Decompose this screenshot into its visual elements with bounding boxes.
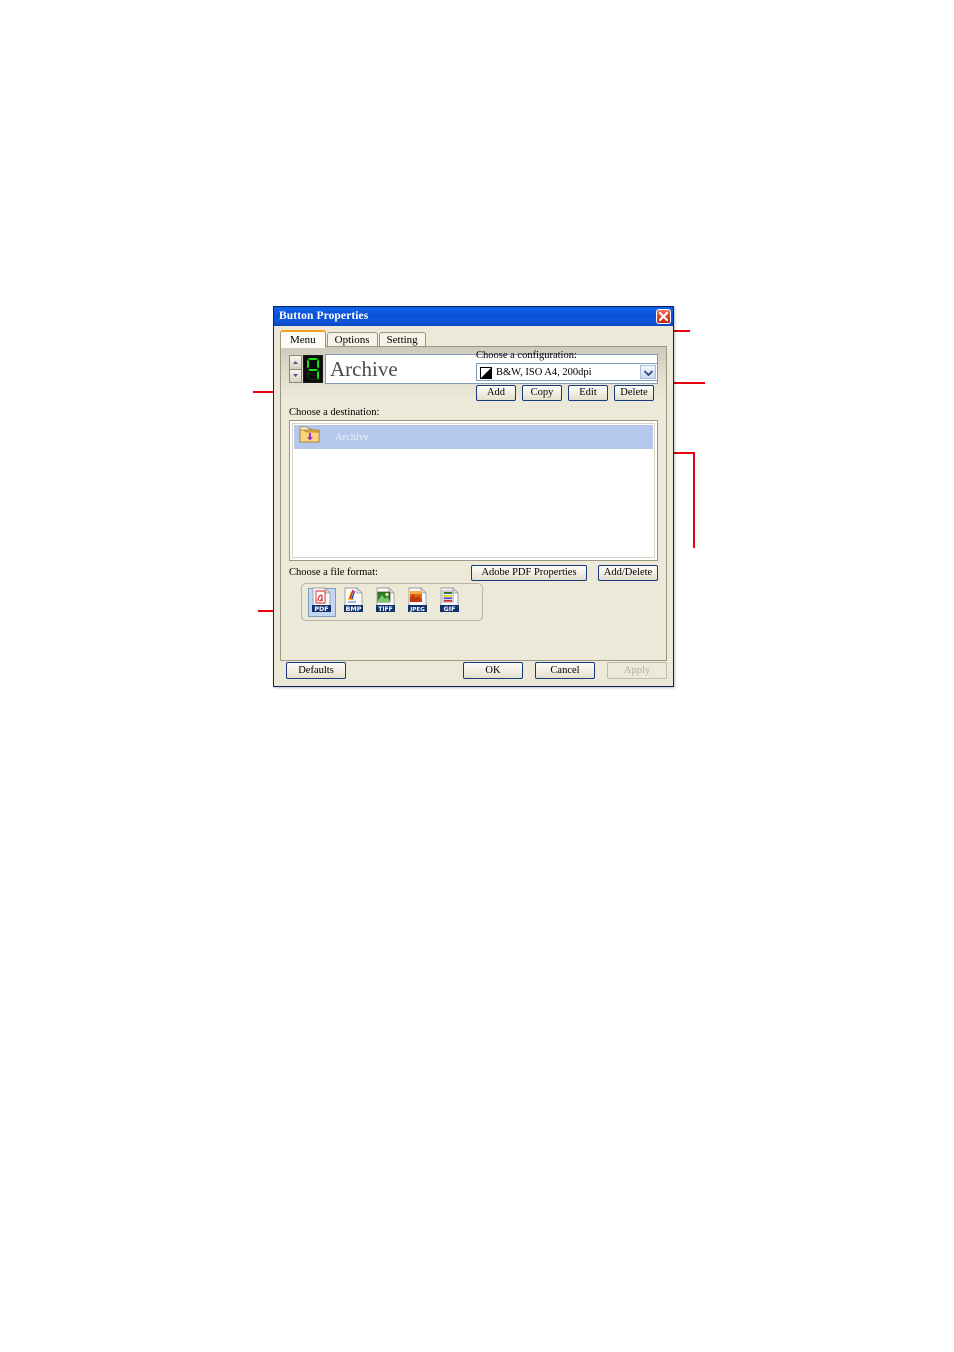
close-icon xyxy=(658,311,669,322)
config-add-button[interactable]: Add xyxy=(476,385,516,401)
tab-menu-label: Menu xyxy=(290,334,316,346)
button-row: Archive Choose a configuration: B&W, ISO… xyxy=(289,350,658,402)
destination-label: Choose a destination: xyxy=(289,407,380,418)
file-format-side-buttons: Adobe PDF Properties Add/Delete xyxy=(471,565,658,581)
folder-download-icon xyxy=(299,425,321,449)
button-number-display xyxy=(303,355,323,383)
file-format-tiff[interactable]: TIFF xyxy=(372,587,400,617)
configuration-label: Choose a configuration: xyxy=(476,350,577,361)
configuration-dropdown[interactable]: B&W, ISO A4, 200dpi xyxy=(476,363,658,381)
jpeg-file-icon: JPEG xyxy=(406,587,430,617)
destination-listbox[interactable]: Archive xyxy=(289,420,658,561)
tab-setting-label: Setting xyxy=(386,334,418,346)
file-format-section: Adobe PDF Properties Add/Delete Choose a… xyxy=(289,565,658,627)
callout-destination-line-v xyxy=(693,452,695,548)
ok-button[interactable]: OK xyxy=(463,662,523,679)
svg-text:TIFF: TIFF xyxy=(378,606,393,612)
config-edit-button[interactable]: Edit xyxy=(568,385,608,401)
defaults-button[interactable]: Defaults xyxy=(286,662,346,679)
pdf-file-icon: PDF xyxy=(310,587,334,617)
adobe-pdf-properties-button[interactable]: Adobe PDF Properties xyxy=(471,565,587,581)
button-properties-dialog: Button Properties Menu Options Setting A… xyxy=(273,306,674,687)
title-bar: Button Properties xyxy=(274,307,673,326)
file-format-jpeg[interactable]: JPEG xyxy=(404,587,432,617)
apply-button: Apply xyxy=(607,662,667,679)
config-delete-button[interactable]: Delete xyxy=(614,385,654,401)
svg-text:JPEG: JPEG xyxy=(409,607,425,612)
spinner-up-button[interactable] xyxy=(289,355,302,369)
file-format-bmp[interactable]: BMP xyxy=(340,587,368,617)
chevron-up-icon xyxy=(292,360,299,365)
svg-text:PDF: PDF xyxy=(314,605,328,612)
configuration-value: B&W, ISO A4, 200dpi xyxy=(496,366,592,378)
config-copy-button[interactable]: Copy xyxy=(522,385,562,401)
button-number-spinner[interactable] xyxy=(289,355,302,383)
gif-file-icon: GIF xyxy=(438,587,462,617)
spinner-down-button[interactable] xyxy=(289,368,302,383)
chevron-down-icon xyxy=(292,373,299,378)
svg-text:BMP: BMP xyxy=(346,605,362,612)
tab-menu[interactable]: Menu xyxy=(280,330,326,348)
list-item-label: Archive xyxy=(335,431,369,443)
close-button[interactable] xyxy=(656,309,671,324)
tab-options-label: Options xyxy=(334,334,370,346)
configuration-section: Choose a configuration: B&W, ISO A4, 200… xyxy=(476,350,658,401)
bw-mode-icon xyxy=(480,366,492,379)
bmp-file-icon: BMP xyxy=(342,587,366,617)
configuration-dropdown-arrow[interactable] xyxy=(640,365,656,379)
list-item[interactable]: Archive xyxy=(294,425,653,449)
file-format-options: PDF BMP TIFF JPEG GIF xyxy=(301,583,483,621)
configuration-buttons: Add Copy Edit Delete xyxy=(476,385,658,401)
cancel-button[interactable]: Cancel xyxy=(535,662,595,679)
file-format-pdf[interactable]: PDF xyxy=(308,587,336,617)
svg-text:GIF: GIF xyxy=(444,605,456,612)
dialog-footer: Defaults OK Cancel Apply xyxy=(274,662,673,680)
chevron-down-icon xyxy=(643,363,653,381)
file-format-gif[interactable]: GIF xyxy=(436,587,464,617)
tiff-file-icon: TIFF xyxy=(374,587,398,617)
window-title: Button Properties xyxy=(279,310,369,322)
add-delete-button[interactable]: Add/Delete xyxy=(598,565,658,581)
seven-segment-digit-icon xyxy=(304,356,322,382)
menu-tab-panel: Archive Choose a configuration: B&W, ISO… xyxy=(280,346,667,661)
